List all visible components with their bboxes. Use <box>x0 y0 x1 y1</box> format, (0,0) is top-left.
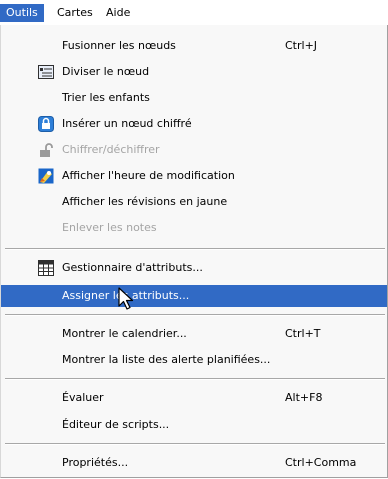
menu-separator <box>5 378 385 380</box>
menu-item-shortcut: Ctrl+J <box>285 39 318 52</box>
menu-item-label: Évaluer <box>62 391 104 404</box>
menu-item-label: Montrer la liste des alerte planifiées..… <box>62 353 271 366</box>
menu-item-shortcut: Alt+F8 <box>285 391 323 404</box>
menu-outils[interactable]: Outils <box>0 4 44 22</box>
menu-item-trier-enfants[interactable]: Trier les enfants <box>1 87 387 109</box>
menu-item-label: Gestionnaire d'attributs... <box>62 261 203 274</box>
menu-item-label: Montrer le calendrier... <box>62 327 187 340</box>
menu-bar: Outils Cartes Aide <box>0 0 388 25</box>
menu-item-label: Fusionner les nœuds <box>62 39 176 52</box>
menu-item-label: Afficher les révisions en jaune <box>62 195 228 208</box>
menu-item-shortcut: Ctrl+T <box>285 327 321 340</box>
menu-item-afficher-heure-modification[interactable]: Afficher l'heure de modification <box>1 165 387 187</box>
mouse-pointer-icon <box>118 287 134 310</box>
menu-item-editeur-scripts[interactable]: Éditeur de scripts... <box>1 414 387 436</box>
menu-item-shortcut: Ctrl+Comma <box>285 456 357 469</box>
menu-item-label: Diviser le nœud <box>62 65 150 78</box>
menu-item-gestionnaire-attributs[interactable]: Gestionnaire d'attributs... <box>1 257 387 279</box>
menu-item-fusionner-noeuds[interactable]: Fusionner les nœuds Ctrl+J <box>1 35 387 57</box>
menu-item-afficher-revisions-jaune[interactable]: Afficher les révisions en jaune <box>1 191 387 213</box>
menu-item-liste-alertes[interactable]: Montrer la liste des alerte planifiées..… <box>1 349 387 371</box>
menu-item-enlever-notes: Enlever les notes <box>1 217 387 239</box>
lock-icon <box>40 143 53 157</box>
encrypted-node-icon <box>38 116 54 132</box>
menu-item-label: Éditeur de scripts... <box>62 418 170 431</box>
menu-item-assigner-attributs[interactable]: Assigner les attributs... <box>1 285 387 307</box>
split-node-icon <box>38 65 54 79</box>
menu-item-label: Trier les enfants <box>62 91 150 104</box>
menu-item-label: Insérer un nœud chiffré <box>62 117 192 130</box>
menu-item-label: Propriétés... <box>62 456 129 469</box>
menu-item-diviser-noeud[interactable]: Diviser le nœud <box>1 61 387 83</box>
outils-dropdown-menu: Fusionner les nœuds Ctrl+J Diviser le nœ… <box>0 25 388 478</box>
menu-item-label: Enlever les notes <box>62 221 157 234</box>
menu-item-chiffrer-dechiffrer: Chiffrer/déchiffrer <box>1 139 387 161</box>
menu-item-evaluer[interactable]: Évaluer Alt+F8 <box>1 387 387 409</box>
clock-icon <box>38 168 54 184</box>
attribute-table-icon <box>38 260 54 276</box>
menu-cartes[interactable]: Cartes <box>51 4 99 22</box>
menu-separator <box>5 248 385 250</box>
menu-item-label: Chiffrer/déchiffrer <box>62 143 160 156</box>
menu-item-label: Afficher l'heure de modification <box>62 169 235 182</box>
menu-item-montrer-calendrier[interactable]: Montrer le calendrier... Ctrl+T <box>1 323 387 345</box>
menu-item-inserer-noeud-chiffre[interactable]: Insérer un nœud chiffré <box>1 113 387 135</box>
menu-separator <box>5 443 385 445</box>
menu-item-proprietes[interactable]: Propriétés... Ctrl+Comma <box>1 452 387 474</box>
menu-separator <box>5 314 385 316</box>
menu-aide[interactable]: Aide <box>100 4 136 22</box>
